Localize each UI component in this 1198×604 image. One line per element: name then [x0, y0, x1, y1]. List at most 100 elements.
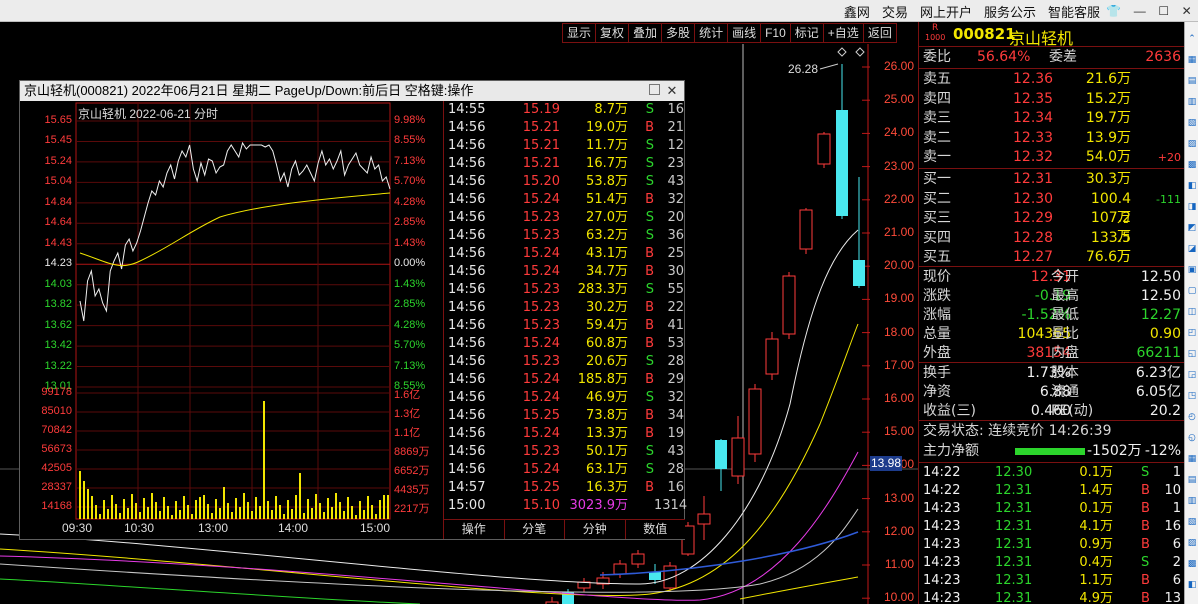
trade-detail-list[interactable]: 14:55 15.19 8.7万 S 16 14:56 15.21 19.0万 B 21 14:56… — [443, 101, 687, 539]
sidebar-tool-icon[interactable]: ◳ — [1186, 389, 1198, 401]
tick-count: 16 — [1164, 519, 1181, 534]
tab-values[interactable]: 数值 — [626, 520, 686, 539]
trade-time: 14:55 — [448, 102, 486, 117]
trade-count: 20 — [667, 210, 684, 225]
toolbar-adjust-button[interactable]: 复权 — [595, 23, 629, 43]
trade-time: 14:56 — [448, 336, 486, 351]
trade-time: 14:56 — [448, 354, 486, 369]
sidebar-tool-icon[interactable]: ▧ — [1186, 515, 1198, 527]
tick-count: 1 — [1172, 465, 1181, 480]
menu-xinwang[interactable]: 鑫网 — [844, 2, 870, 21]
toolbar-back-button[interactable]: 返回 — [862, 23, 897, 43]
tab-ticks[interactable]: 分笔 — [505, 520, 565, 539]
popup-title: 京山轻机(000821) 2022年06月21日 星期二 PageUp/Down… — [24, 83, 474, 98]
minute-avg-line — [79, 192, 391, 267]
order-level-label: 卖三 — [923, 110, 951, 127]
close-icon[interactable]: ✕ — [1182, 4, 1192, 18]
menu-service[interactable]: 服务公示 — [984, 2, 1036, 21]
trade-side: B — [645, 372, 654, 387]
trade-row: 14:56 15.23 59.4万 B 41 — [444, 317, 684, 335]
sidebar-tool-icon[interactable]: ▢ — [1186, 284, 1198, 296]
toolbar-draw-button[interactable]: 画线 — [727, 23, 761, 43]
sidebar-tool-icon[interactable]: ◵ — [1186, 431, 1198, 443]
sidebar-tool-icon[interactable]: ▨ — [1186, 137, 1198, 149]
sidebar-tool-icon[interactable]: ◫ — [1186, 305, 1198, 317]
trade-price: 15.23 — [522, 300, 560, 315]
sidebar-tool-icon[interactable]: ◪ — [1186, 242, 1198, 254]
minute-price-label: 15.04 — [44, 175, 72, 188]
trade-row: 14:56 15.21 11.7万 S 12 — [444, 137, 684, 155]
trade-time: 14:56 — [448, 426, 486, 441]
trade-price: 15.19 — [522, 102, 560, 117]
toolbar-mark-button[interactable]: 标记 — [789, 23, 823, 43]
sidebar-tool-icon[interactable]: ▩ — [1186, 557, 1198, 569]
order-book-row: 卖三 12.34 19.7万 — [919, 109, 1185, 128]
minute-percent-label: 2.85% — [394, 298, 426, 311]
tick-price: 12.31 — [995, 519, 1033, 534]
price-axis-label: 11.00 — [884, 557, 914, 571]
sidebar-tool-icon[interactable]: ◱ — [1186, 347, 1198, 359]
high-pointer — [819, 63, 839, 70]
minimize-icon[interactable]: — — [1134, 4, 1146, 18]
trade-side: S — [645, 138, 654, 153]
menu-open-account[interactable]: 网上开户 — [920, 2, 972, 21]
popup-title-bar[interactable]: 京山轻机(000821) 2022年06月21日 星期二 PageUp/Down… — [20, 81, 684, 101]
sidebar-tool-icon[interactable]: ▥ — [1186, 494, 1198, 506]
sidebar-tool-icon[interactable]: ◴ — [1186, 410, 1198, 422]
trade-count: 43 — [667, 174, 684, 189]
sidebar-tool-icon[interactable]: ◨ — [1186, 200, 1198, 212]
order-volume: 76.6万 — [1085, 249, 1131, 266]
trade-count: 43 — [667, 444, 684, 459]
main-force-label: 主力净额 — [923, 443, 979, 459]
candle-body — [697, 513, 711, 525]
order-price: 12.27 — [1013, 249, 1054, 266]
trade-time: 14:56 — [448, 372, 486, 387]
trade-volume: 63.1万 — [586, 462, 628, 477]
minute-price-label: 14.64 — [44, 216, 72, 229]
menu-smart-service[interactable]: 智能客服 — [1048, 2, 1100, 21]
sidebar-tool-icon[interactable]: ◩ — [1186, 221, 1198, 233]
trade-time: 14:56 — [448, 120, 486, 135]
maximize-icon[interactable]: ☐ — [1158, 4, 1169, 18]
sidebar-tool-icon[interactable]: ◲ — [1186, 368, 1198, 380]
sidebar-tool-icon[interactable]: ◧ — [1186, 179, 1198, 191]
toolbar-overlay-button[interactable]: 叠加 — [628, 23, 662, 43]
weibi-label: 委比 — [923, 49, 951, 65]
tab-minute[interactable]: 分钟 — [565, 520, 626, 539]
sidebar-tool-icon[interactable]: ▦ — [1186, 53, 1198, 65]
sidebar-tool-icon[interactable]: ▤ — [1186, 74, 1198, 86]
sidebar-tool-icon[interactable]: ▣ — [1186, 263, 1198, 275]
sidebar-tool-icon[interactable]: ◧ — [1186, 578, 1198, 590]
sidebar-tool-icon[interactable]: ▨ — [1186, 536, 1198, 548]
trade-volume: 30.2万 — [586, 300, 628, 315]
toolbar-f10-button[interactable]: F10 — [760, 23, 790, 43]
tick-side: B — [1141, 537, 1150, 552]
trade-time: 14:56 — [448, 210, 486, 225]
sidebar-tool-icon[interactable]: ◰ — [1186, 326, 1198, 338]
tab-operate[interactable]: 操作 — [444, 520, 505, 539]
sidebar-tool-icon[interactable]: ▦ — [1186, 452, 1198, 464]
stat-label-2: 内盘 — [1051, 345, 1079, 361]
sidebar-tool-icon[interactable]: ▤ — [1186, 473, 1198, 485]
minute-chart[interactable]: 京山轻机 2022-06-21 分时 15.65 15.45 15.24 15.04 1… — [20, 101, 443, 539]
toolbar-show-button[interactable]: 显示 — [562, 23, 596, 43]
menu-trade[interactable]: 交易 — [882, 2, 908, 21]
sidebar-tool-icon[interactable]: ▩ — [1186, 158, 1198, 170]
minute-percent-label: 4.28% — [394, 318, 426, 331]
close-icon[interactable]: ✕ — [664, 83, 680, 99]
toolbar-stats-button[interactable]: 统计 — [694, 23, 728, 43]
sidebar-tool-icon[interactable]: ▥ — [1186, 95, 1198, 107]
tick-volume: 0.9万 — [1079, 537, 1113, 552]
candle-body — [782, 275, 796, 335]
toolbar-add-favorite-button[interactable]: +自选 — [822, 23, 863, 43]
sidebar-tool-icon[interactable]: ⌃ — [1186, 32, 1198, 44]
stat-label: 收益(三) — [923, 403, 976, 419]
sidebar-tool-icon[interactable]: ▧ — [1186, 116, 1198, 128]
trade-row: 14:55 15.19 8.7万 S 16 — [444, 101, 684, 119]
shirt-icon[interactable]: 👕 — [1106, 4, 1121, 18]
volume-label-right: 6652万 — [394, 465, 430, 477]
trade-price: 15.20 — [522, 174, 560, 189]
tick-time: 14:23 — [923, 555, 961, 570]
restore-icon[interactable] — [649, 84, 660, 95]
toolbar-multi-button[interactable]: 多股 — [661, 23, 695, 43]
